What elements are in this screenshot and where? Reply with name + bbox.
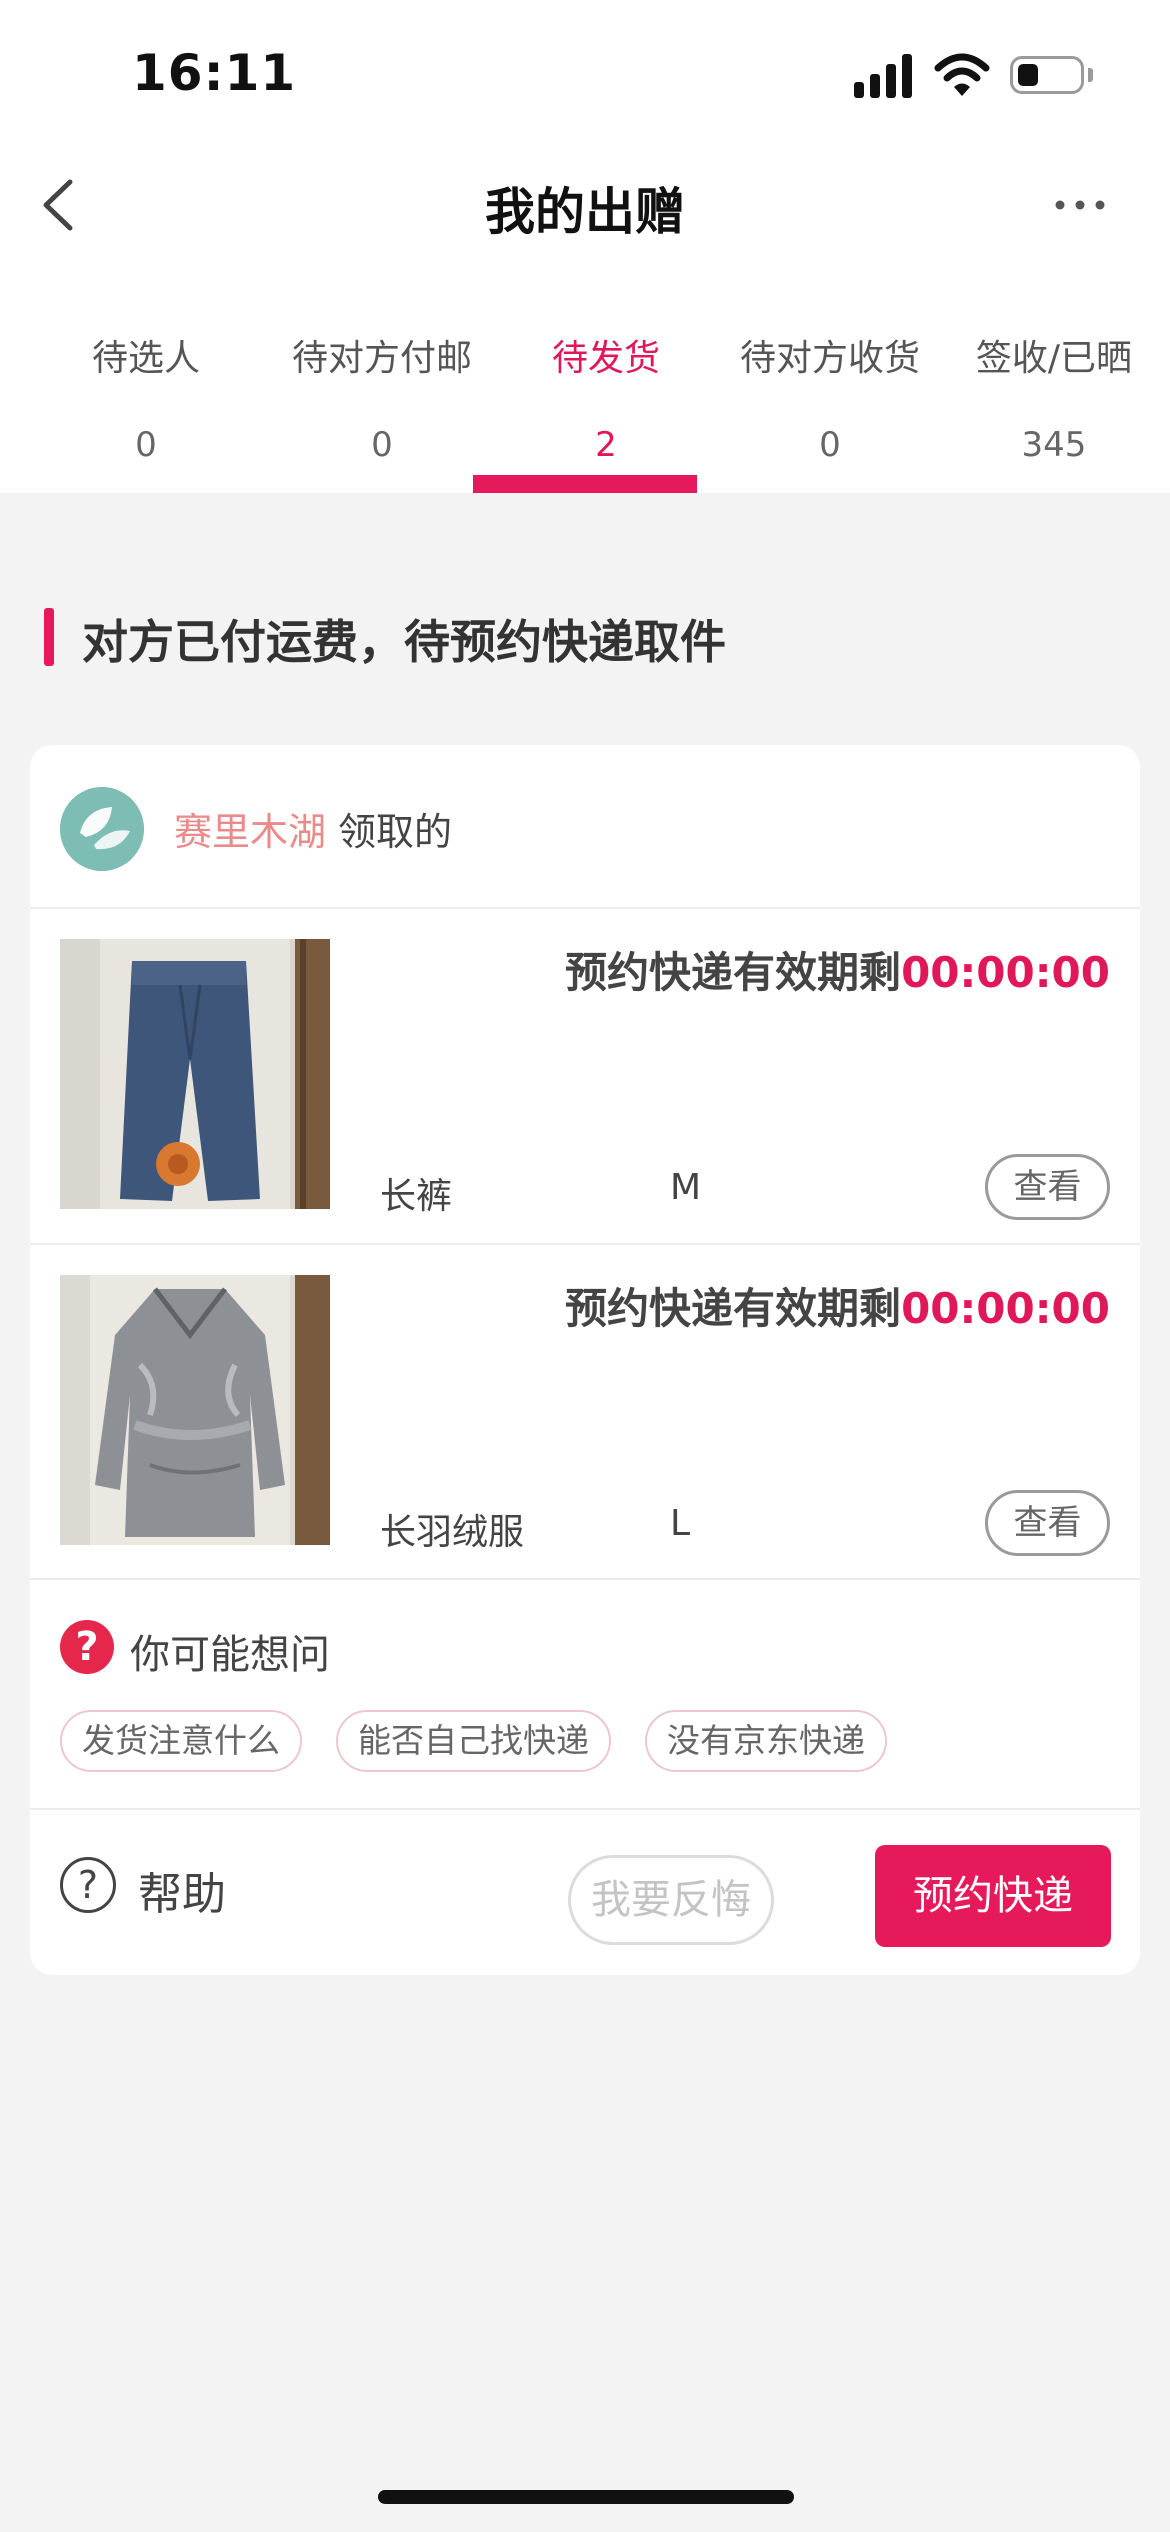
more-icon[interactable] (1050, 190, 1110, 220)
pickup-deadline: 预约快递有效期剩00:00:00 (565, 1275, 1110, 1336)
home-indicator[interactable] (378, 2490, 794, 2504)
countdown-timer: 00:00:00 (901, 1284, 1110, 1333)
help-link[interactable]: 帮助 (138, 1858, 226, 1922)
faq-chip-no-jd-express[interactable]: 没有京东快递 (645, 1710, 887, 1772)
faq-chips: 发货注意什么 能否自己找快递 没有京东快递 (60, 1710, 887, 1772)
tab-awaiting-shipment[interactable]: 待发货 2 (494, 265, 718, 493)
action-bar: ? 帮助 我要反悔 预约快递 (30, 1810, 1140, 1975)
cellular-signal-icon (854, 52, 914, 98)
faq-title: 你可能想问 (130, 1632, 330, 1678)
item-name: 长羽绒服 (380, 1512, 525, 1553)
receiver-name[interactable]: 赛里木湖 (174, 810, 326, 854)
status-bar: 16:11 (0, 0, 1170, 150)
view-button[interactable]: 查看 (985, 1490, 1110, 1556)
status-tabs: 待选人 0 待对方付邮 0 待发货 2 待对方收货 0 签收/已晒 345 (0, 265, 1170, 493)
view-button[interactable]: 查看 (985, 1154, 1110, 1220)
pickup-deadline: 预约快递有效期剩00:00:00 (565, 939, 1110, 1000)
screen: 16:11 我的出赠 待选人 0 待对方付邮 0 待发货 2 待对方收货 0 签… (0, 0, 1170, 2532)
faq-section: ? 你可能想问 发货注意什么 能否自己找快递 没有京东快递 (30, 1580, 1140, 1772)
tab-count: 2 (595, 425, 617, 465)
question-mark-icon: ? (60, 1620, 114, 1674)
section-accent-bar (44, 608, 54, 666)
book-courier-button[interactable]: 预约快递 (875, 1845, 1111, 1947)
faq-chip-own-courier[interactable]: 能否自己找快递 (336, 1710, 611, 1772)
battery-icon (1010, 56, 1084, 94)
battery-cap (1088, 68, 1093, 82)
item-name: 长裤 (380, 1176, 453, 1217)
tab-awaiting-selection[interactable]: 待选人 0 (22, 265, 270, 493)
receiver-suffix: 领取的 (338, 810, 453, 854)
nav-bar: 我的出赠 (0, 150, 1170, 265)
section-title: 对方已付运费，待预约快递取件 (82, 615, 726, 669)
item-size: M (670, 1167, 702, 1208)
tab-count: 345 (1021, 425, 1087, 465)
item-photo-jeans[interactable] (60, 939, 330, 1209)
item-size: L (670, 1503, 691, 1544)
tab-label: 待对方付邮 (291, 338, 472, 379)
tab-label: 待发货 (551, 338, 660, 379)
item-photo-coat[interactable] (60, 1275, 330, 1545)
page-title: 我的出赠 (485, 183, 685, 241)
wifi-icon (934, 53, 990, 96)
tab-received[interactable]: 签收/已晒 345 (942, 265, 1166, 493)
item-row[interactable]: 预约快递有效期剩00:00:00 长羽绒服 L 查看 (30, 1245, 1140, 1580)
countdown-timer: 00:00:00 (901, 948, 1110, 997)
tab-awaiting-postage[interactable]: 待对方付邮 0 (270, 265, 494, 493)
regret-button[interactable]: 我要反悔 (568, 1855, 774, 1945)
status-time: 16:11 (132, 44, 297, 102)
active-tab-indicator (473, 475, 697, 493)
help-icon[interactable]: ? (60, 1857, 116, 1913)
order-card: 赛里木湖 领取的 预约快递有效期剩00:00:00 长裤 M 查看 预约快递有效… (30, 745, 1140, 1975)
deadline-label: 预约快递有效期剩 (565, 1284, 902, 1333)
leaf-logo-icon (60, 787, 144, 871)
tab-awaiting-receipt[interactable]: 待对方收货 0 (718, 265, 942, 493)
receiver-avatar[interactable] (60, 787, 144, 871)
tab-label: 待选人 (91, 338, 200, 379)
tab-count: 0 (819, 425, 841, 465)
faq-chip-shipping-notes[interactable]: 发货注意什么 (60, 1710, 302, 1772)
receiver-line: 赛里木湖 领取的 (174, 801, 452, 856)
tab-label: 待对方收货 (739, 338, 920, 379)
tab-label: 签收/已晒 (975, 338, 1133, 379)
item-row[interactable]: 预约快递有效期剩00:00:00 长裤 M 查看 (30, 909, 1140, 1244)
tab-count: 0 (371, 425, 393, 465)
tab-count: 0 (135, 425, 157, 465)
deadline-label: 预约快递有效期剩 (565, 948, 902, 997)
